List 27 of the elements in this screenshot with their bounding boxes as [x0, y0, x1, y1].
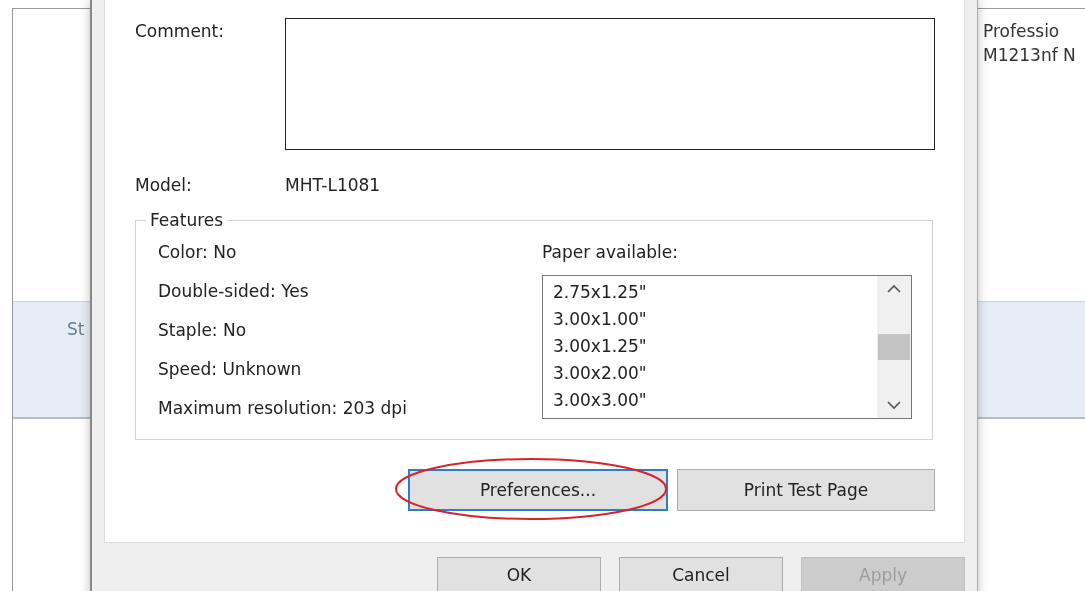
comment-field[interactable] — [285, 18, 935, 150]
button[interactable]: Cancel — [619, 557, 783, 591]
model-value: MHT-L1081 — [285, 174, 381, 195]
paper-list[interactable]: 2.75x1.25" 3.00x1.00" 3.00x1.25" 3.00x2.00" 3.00x3.00" — [542, 275, 912, 419]
button[interactable]: OK — [437, 557, 601, 591]
comment-label: Comment: — [135, 20, 226, 41]
feature-text: Staple: No — [158, 319, 248, 341]
button[interactable]: Preferences... — [408, 469, 668, 511]
background-text: St — [67, 319, 85, 339]
button[interactable]: Print Test Page — [677, 469, 935, 511]
paper-label: Paper available: — [542, 241, 679, 263]
list-item[interactable]: 2.75x1.25" — [553, 279, 867, 306]
feature-text: Color: No — [158, 241, 238, 263]
scroll-up-icon[interactable] — [887, 284, 901, 294]
list-item[interactable]: 3.00x1.00" — [553, 306, 867, 333]
scrollbar[interactable] — [877, 276, 911, 418]
list-item[interactable]: 3.00x2.00" — [553, 360, 867, 387]
scroll-thumb[interactable] — [878, 334, 910, 360]
model-label: Model: — [135, 174, 193, 195]
feature-text: Speed: Unknown — [158, 358, 303, 380]
background-text: Professio — [983, 20, 1061, 43]
feature-text: Maximum resolution: 203 dpi — [158, 397, 408, 419]
background-text: M1213nf N — [983, 44, 1076, 67]
list-item[interactable]: 3.00x1.25" — [553, 333, 867, 360]
feature-text: Double-sided: Yes — [158, 280, 310, 302]
list-item[interactable]: 3.00x3.00" — [553, 387, 867, 414]
scroll-down-icon[interactable] — [887, 400, 901, 410]
